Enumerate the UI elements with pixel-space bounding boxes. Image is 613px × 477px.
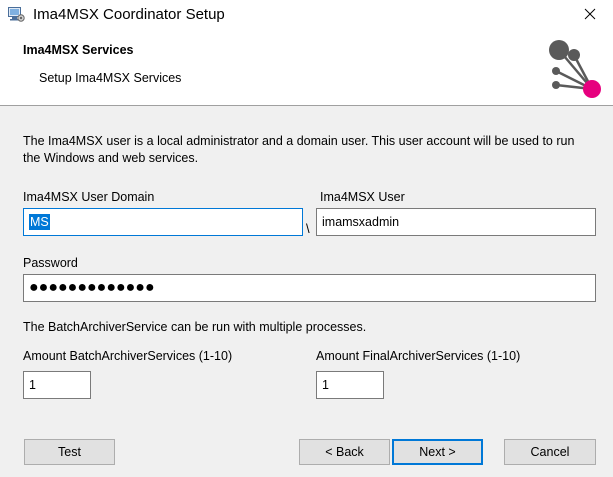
final-archiver-value: 1 bbox=[322, 378, 329, 392]
test-button[interactable]: Test bbox=[24, 439, 115, 465]
description-text: The Ima4MSX user is a local administrato… bbox=[23, 134, 575, 165]
batch-archiver-label: Amount BatchArchiverServices (1-10) bbox=[23, 349, 233, 363]
user-value: imamsxadmin bbox=[322, 215, 400, 229]
cancel-button[interactable]: Cancel bbox=[504, 439, 596, 465]
next-button[interactable]: Next > bbox=[392, 439, 483, 465]
domain-input[interactable]: MS bbox=[23, 208, 303, 236]
batch-archiver-value: 1 bbox=[29, 378, 36, 392]
close-button[interactable] bbox=[567, 0, 613, 31]
password-value: ●●●●●●●●●●●●● bbox=[29, 279, 155, 296]
password-input[interactable]: ●●●●●●●●●●●●● bbox=[23, 274, 596, 302]
batch-note: The BatchArchiverService can be run with… bbox=[23, 320, 367, 334]
setup-computer-icon bbox=[8, 7, 25, 22]
molecule-logo bbox=[542, 36, 606, 102]
final-archiver-input[interactable]: 1 bbox=[316, 371, 384, 399]
domain-label: Ima4MSX User Domain bbox=[23, 190, 155, 204]
close-icon bbox=[584, 8, 596, 23]
batch-archiver-input[interactable]: 1 bbox=[23, 371, 91, 399]
password-label: Password bbox=[23, 256, 78, 270]
domain-value: MS bbox=[29, 214, 50, 230]
title-bar[interactable]: Ima4MSX Coordinator Setup bbox=[0, 0, 613, 31]
button-bar: Test < Back Next > Cancel bbox=[0, 426, 613, 477]
setup-window: Ima4MSX Coordinator Setup Ima4MSX Servic… bbox=[0, 0, 613, 477]
domain-separator: \ bbox=[306, 221, 310, 236]
final-archiver-label: Amount FinalArchiverServices (1-10) bbox=[316, 349, 521, 363]
content-panel: The Ima4MSX user is a local administrato… bbox=[0, 106, 613, 426]
window-title: Ima4MSX Coordinator Setup bbox=[33, 6, 225, 23]
user-label: Ima4MSX User bbox=[320, 190, 405, 204]
page-subtitle: Setup Ima4MSX Services bbox=[39, 71, 182, 85]
back-button[interactable]: < Back bbox=[299, 439, 390, 465]
user-input[interactable]: imamsxadmin bbox=[316, 208, 596, 236]
header-banner: Ima4MSX Services Setup Ima4MSX Services bbox=[0, 31, 613, 106]
page-title: Ima4MSX Services bbox=[23, 43, 134, 57]
